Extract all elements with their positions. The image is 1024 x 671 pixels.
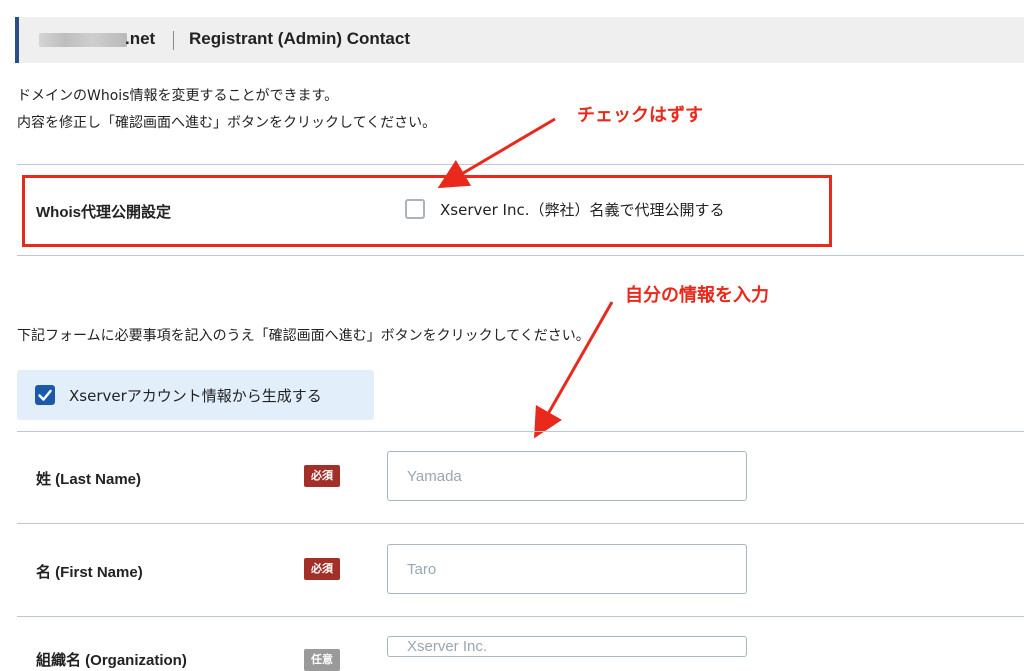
divider: [17, 431, 1024, 432]
form-instruction: 下記フォームに必要事項を記入のうえ「確認画面へ進む」ボタンをクリックしてください…: [17, 328, 590, 344]
optional-badge: 任意: [304, 649, 340, 671]
required-badge: 必須: [304, 558, 340, 580]
arrow-to-checkbox: [437, 117, 556, 189]
divider: [17, 523, 1024, 524]
generate-checkbox[interactable]: [35, 385, 55, 405]
last-name-label: 姓 (Last Name): [36, 471, 142, 488]
last-name-input[interactable]: [387, 451, 747, 501]
generate-from-account-option[interactable]: Xserverアカウント情報から生成する: [17, 370, 374, 420]
arrow-to-inputs: [534, 301, 614, 439]
check-icon: [38, 389, 52, 401]
first-name-label: 名 (First Name): [36, 564, 143, 581]
first-name-input[interactable]: [387, 544, 747, 594]
generate-checkbox-label[interactable]: Xserverアカウント情報から生成する: [69, 385, 322, 406]
divider: [17, 616, 1024, 617]
organization-input[interactable]: [387, 636, 747, 657]
organization-label: 組織名 (Organization): [36, 652, 187, 669]
required-badge: 必須: [304, 465, 340, 487]
